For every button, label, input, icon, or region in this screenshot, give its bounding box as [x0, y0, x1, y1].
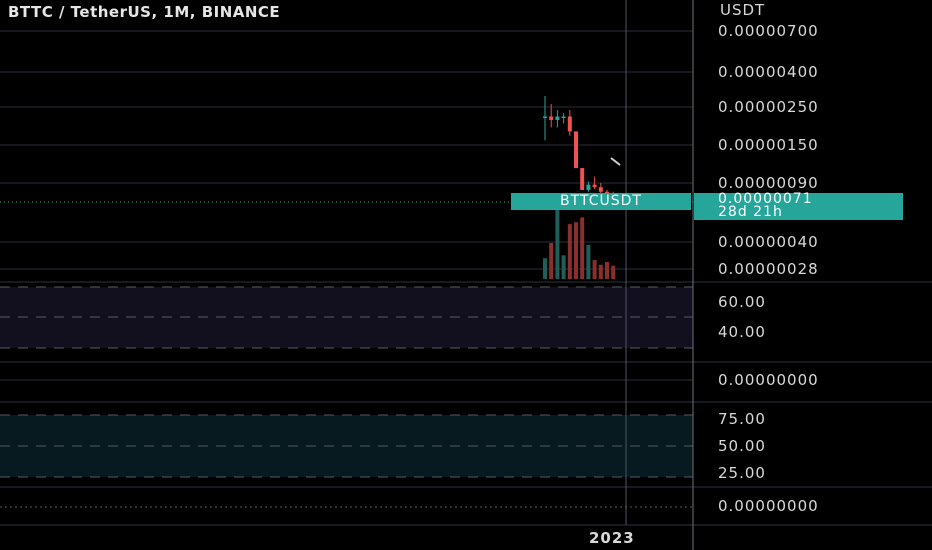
pane3-tick-label: 0.00000000 — [718, 371, 819, 389]
candle-body — [598, 187, 603, 192]
drawing-marker — [610, 157, 621, 166]
volume-bar — [592, 260, 597, 279]
candle-body — [555, 116, 560, 120]
price-tick-label: 0.00000040 — [718, 233, 819, 251]
candle-countdown: 28d 21h — [718, 204, 783, 220]
pane4-tick-label: 75.00 — [718, 410, 766, 428]
price-tick-label: 0.00000028 — [718, 260, 819, 278]
time-axis-label: 2023 — [589, 529, 635, 547]
pane4-tick-label: 25.00 — [718, 464, 766, 482]
candle-body — [567, 116, 572, 132]
pane2-tick-label: 40.00 — [718, 323, 766, 341]
candlestick-series — [543, 95, 621, 202]
volume-bar — [605, 261, 609, 279]
candle-body — [549, 116, 554, 120]
candle-body — [543, 116, 547, 119]
candle-body — [580, 168, 585, 190]
volume-bar — [567, 224, 572, 279]
volume-bar — [555, 207, 560, 279]
volume-bar — [543, 258, 547, 279]
candle-body — [592, 184, 597, 188]
candle-body — [586, 184, 591, 190]
pane5-tick-label: 0.00000000 — [718, 497, 819, 515]
price-tick-label: 0.00000700 — [718, 22, 819, 40]
volume-bar — [561, 255, 566, 279]
grid-lines — [0, 30, 693, 270]
price-tick-label: 0.00000150 — [718, 136, 819, 154]
price-tick-label: 0.00000250 — [718, 98, 819, 116]
volume-bar — [598, 264, 603, 279]
price-tick-label: 0.00000090 — [718, 174, 819, 192]
last-price-tag: 0.00000071 28d 21h — [694, 192, 903, 220]
volume-bar — [580, 217, 585, 279]
candle-body — [574, 131, 578, 169]
price-axis-unit: USDT — [720, 1, 766, 19]
symbol-price-tag: BTTCUSDT — [511, 193, 691, 210]
pane4-tick-label: 50.00 — [718, 437, 766, 455]
volume-bar — [586, 244, 591, 279]
candle-body — [561, 116, 566, 119]
volume-bar — [574, 222, 578, 279]
volume-bar — [549, 243, 554, 279]
price-tick-label: 0.00000400 — [718, 63, 819, 81]
pane2-tick-label: 60.00 — [718, 293, 766, 311]
volume-bar — [611, 265, 616, 279]
indicator-panes — [0, 286, 693, 508]
chart-title: BTTC / TetherUS, 1M, BINANCE — [8, 3, 281, 21]
volume-bars — [543, 207, 616, 279]
